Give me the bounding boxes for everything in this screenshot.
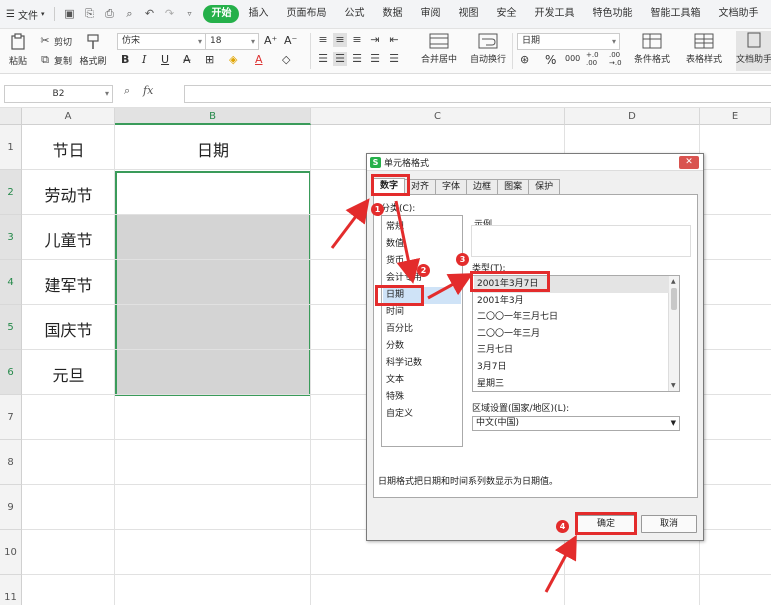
- step-badge-1: 1: [371, 203, 384, 216]
- spreadsheet-app: ☰ 文件 ▾ ▣ ⎘ ⎙ ⌕ ↶ ↷ ▿ 开始 插入 页面布局 公式 数据 审阅 视图 安全开…: [0, 0, 771, 605]
- arrow-step1: [330, 198, 370, 249]
- step-arrows: [330, 198, 577, 593]
- step-badge-4: 4: [556, 520, 569, 533]
- arrow-step3: [427, 273, 474, 300]
- step-badge-2: 2: [417, 264, 430, 277]
- arrow-step4: [544, 534, 577, 593]
- step-badge-3: 3: [456, 253, 469, 266]
- arrow-step2: [394, 200, 421, 284]
